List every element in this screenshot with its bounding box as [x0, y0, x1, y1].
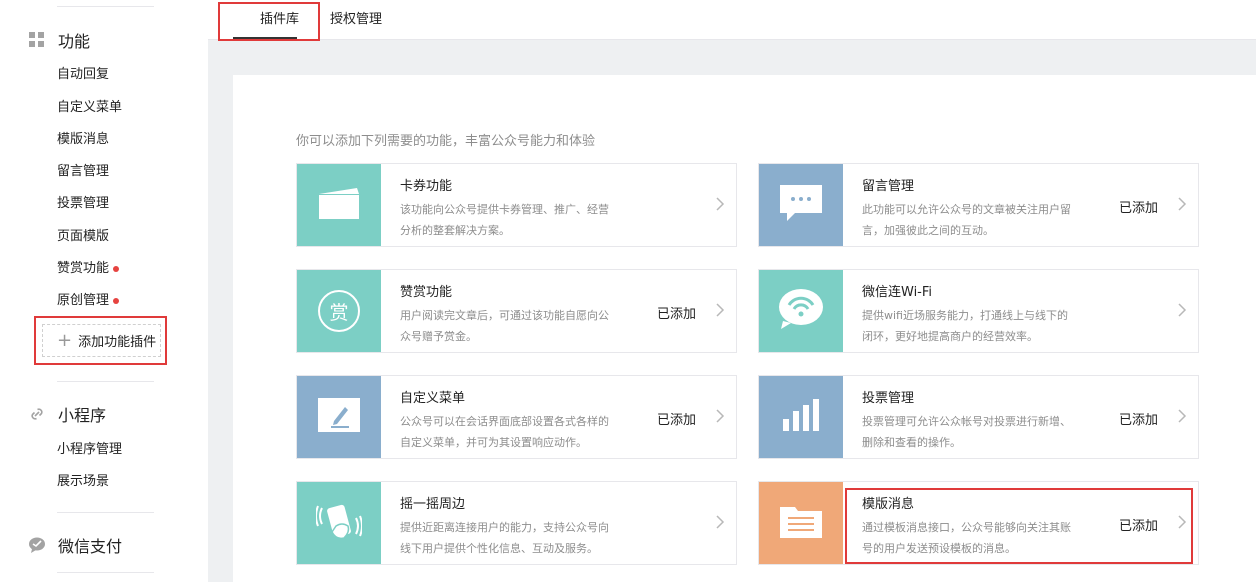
plugin-card-reward[interactable]: 赏 赞赏功能 用户阅读完文章后，可通过该功能自愿向公众号赠予赏金。 已添加: [296, 269, 737, 353]
sidebar-item-label: 自动回复: [57, 67, 110, 82]
highlight-frame: [845, 488, 1193, 564]
divider: [57, 6, 154, 7]
card-title: 自定义菜单: [400, 391, 466, 406]
card-title: 赞赏功能: [400, 285, 453, 300]
plus-icon: +: [57, 329, 73, 351]
plugin-card-coupons[interactable]: 卡券功能 该功能向公众号提供卡券管理、推广、经营分析的整套解决方案。: [296, 163, 737, 247]
intro-text: 你可以添加下列需要的功能，丰富公众号能力和体验: [296, 134, 596, 149]
sidebar-item-miniprogram-manage[interactable]: 小程序管理: [57, 440, 122, 460]
add-plugin-label: 添加功能插件: [78, 335, 157, 350]
notification-dot: [113, 266, 120, 272]
reward-icon: 赏: [318, 290, 360, 332]
sidebar-item-label: 原创管理: [57, 293, 110, 308]
sidebar-item-label: 投票管理: [57, 196, 110, 211]
sidebar-item-page-template[interactable]: 页面模版: [57, 227, 109, 247]
plugin-panel: 你可以添加下列需要的功能，丰富公众号能力和体验 卡券功能 该功能向公众号提供卡券…: [233, 75, 1256, 582]
card-description: 此功能可以允许公众号的文章被关注用户留言，加强彼此之间的互动。: [862, 203, 1071, 237]
chevron-right-icon: [716, 303, 725, 317]
divider: [57, 572, 154, 573]
sidebar-item-label: 小程序管理: [57, 442, 123, 457]
card-thumb: [759, 164, 843, 246]
section-label: 微信支付: [58, 537, 123, 556]
tab-bar: 插件库 授权管理: [208, 0, 1256, 41]
sidebar-section-miniprogram[interactable]: 小程序: [28, 402, 106, 426]
sidebar-item-label: 自定义菜单: [57, 100, 123, 115]
card-status: 已添加: [657, 307, 697, 322]
card-description: 用户阅读完文章后，可通过该功能自愿向公众号赠予赏金。: [400, 309, 609, 343]
chevron-right-icon: [1178, 197, 1187, 211]
sidebar-item-label: 留言管理: [57, 164, 110, 179]
card-thumb: [759, 270, 843, 352]
edit-icon: [317, 397, 361, 437]
plugin-card-custom-menu[interactable]: 自定义菜单 公众号可以在会话界面底部设置各式各样的自定义菜单，并可为其设置响应动…: [296, 375, 737, 459]
card-title: 卡券功能: [400, 179, 453, 194]
sidebar-item-label: 页面模版: [57, 229, 110, 244]
card-thumb: [297, 482, 381, 564]
card-thumb: [297, 376, 381, 458]
sidebar-section-features[interactable]: 功能: [28, 28, 90, 52]
sidebar-item-scenes[interactable]: 展示场景: [57, 472, 109, 492]
document-icon: [779, 503, 823, 543]
sidebar-item-label: 赞赏功能: [57, 261, 110, 276]
section-label: 小程序: [58, 406, 107, 425]
card-title: 投票管理: [862, 391, 915, 406]
comment-icon: [779, 183, 823, 227]
plugin-card-shake[interactable]: 摇一摇周边 提供近距离连接用户的能力，支持公众号向线下用户提供个性化信息、互动及…: [296, 481, 737, 565]
sidebar-item-label: 模版消息: [57, 132, 110, 147]
card-description: 提供wifi近场服务能力，打通线上与线下的闭环，更好地提高商户的经营效率。: [862, 309, 1068, 343]
chevron-right-icon: [1178, 409, 1187, 423]
chevron-right-icon: [1178, 303, 1187, 317]
card-title: 微信连Wi-Fi: [862, 285, 933, 300]
sidebar-section-wechat-pay[interactable]: 微信支付: [28, 533, 122, 557]
card-title: 留言管理: [862, 179, 915, 194]
card-status: 已添加: [1119, 201, 1159, 216]
card-status: 已添加: [1119, 413, 1159, 428]
card-thumb: 赏: [297, 270, 381, 352]
plugin-card-wifi[interactable]: 微信连Wi-Fi 提供wifi近场服务能力，打通线上与线下的闭环，更好地提高商户…: [758, 269, 1199, 353]
chevron-right-icon: [716, 409, 725, 423]
card-thumb: [759, 482, 843, 564]
shake-icon: [315, 496, 363, 550]
sidebar-item-original[interactable]: 原创管理: [57, 291, 120, 311]
card-status: 已添加: [657, 413, 697, 428]
divider: [57, 381, 154, 382]
card-thumb: [297, 164, 381, 246]
highlight-frame: + 添加功能插件: [34, 316, 167, 365]
sidebar-item-reward[interactable]: 赞赏功能: [57, 259, 120, 279]
sidebar-item-custom-menu[interactable]: 自定义菜单: [57, 98, 122, 118]
card-description: 投票管理可允许公众帐号对投票进行新增、删除和查看的操作。: [862, 415, 1071, 449]
section-label: 功能: [58, 32, 91, 51]
card-icon: [317, 186, 361, 224]
card-description: 提供近距离连接用户的能力，支持公众号向线下用户提供个性化信息、互动及服务。: [400, 521, 609, 555]
plugin-card-voting[interactable]: 投票管理 投票管理可允许公众帐号对投票进行新增、删除和查看的操作。 已添加: [758, 375, 1199, 459]
tab-authorization[interactable]: 授权管理: [330, 0, 382, 40]
card-thumb: [759, 376, 843, 458]
grid-icon: [28, 31, 46, 49]
sidebar-item-template-message[interactable]: 模版消息: [57, 130, 109, 150]
card-description: 公众号可以在会话界面底部设置各式各样的自定义菜单，并可为其设置响应动作。: [400, 415, 609, 449]
chevron-right-icon: [716, 515, 725, 529]
sidebar-item-label: 展示场景: [57, 474, 110, 489]
chevron-right-icon: [716, 197, 725, 211]
sidebar-item-voting[interactable]: 投票管理: [57, 194, 109, 214]
divider: [57, 512, 154, 513]
link-icon: [28, 405, 46, 423]
wifi-icon: [777, 287, 825, 335]
add-plugin-button[interactable]: + 添加功能插件: [42, 324, 161, 357]
card-description: 该功能向公众号提供卡券管理、推广、经营分析的整套解决方案。: [400, 203, 609, 237]
plugin-card-comments[interactable]: 留言管理 此功能可以允许公众号的文章被关注用户留言，加强彼此之间的互动。 已添加: [758, 163, 1199, 247]
sidebar-item-comments[interactable]: 留言管理: [57, 162, 109, 182]
active-tab-indicator: [233, 37, 297, 39]
sidebar-item-auto-reply[interactable]: 自动回复: [57, 65, 109, 85]
bar-chart-icon: [781, 397, 821, 437]
chat-bubble-icon: [28, 536, 46, 554]
notification-dot: [113, 298, 120, 304]
sidebar: 功能 自动回复 自定义菜单 模版消息 留言管理 投票管理 页面模版 赞赏功能 原…: [0, 0, 208, 582]
card-title: 摇一摇周边: [400, 497, 466, 512]
tab-plugin-library[interactable]: 插件库: [260, 0, 299, 40]
